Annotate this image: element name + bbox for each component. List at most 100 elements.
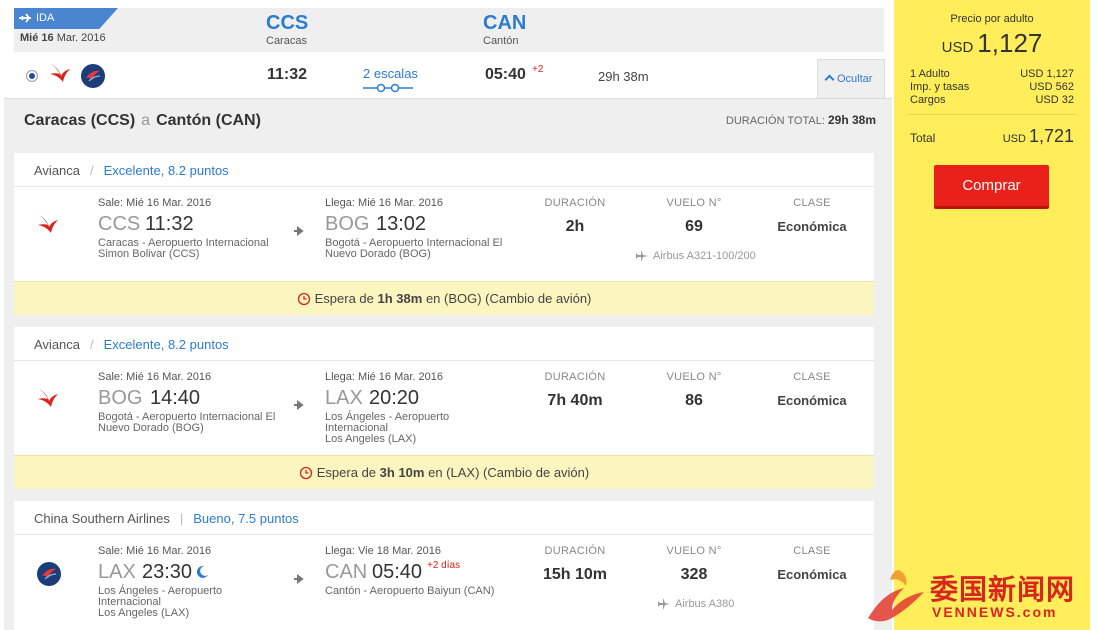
summary-duration: 29h 38m	[598, 69, 649, 84]
route-title: Caracas (CCS) a Cantón (CAN)	[24, 112, 261, 130]
total-duration-label: DURACIÓN TOTAL:	[725, 115, 825, 127]
total-currency: USD	[1002, 133, 1026, 145]
departure-airport: Los Ángeles - Aeropuerto Internacional Lo…	[98, 586, 288, 619]
arrival-time: 20:20	[369, 387, 420, 409]
price-panel: Precio por adulto USD 1,127 1 Adulto USD 1…	[894, 0, 1090, 630]
flight-label: VUELO N°	[666, 371, 722, 383]
arrival-time: 05:40	[372, 561, 423, 583]
summary-depart-time: 11:32	[267, 66, 308, 83]
price-row-value: USD 1,127	[1020, 68, 1074, 80]
flight-number: 328	[680, 566, 708, 583]
segment-card: Avianca / Excelente, 8.2 puntos Sale: Mié …	[14, 153, 874, 281]
price-currency: USD	[941, 39, 974, 56]
price-divider	[908, 114, 1076, 115]
cabin-class: Económica	[777, 219, 847, 234]
layover-banner: Espera de 1h 38m en (BOG) (Cambio de avi…	[14, 281, 874, 315]
arrival-airport-line-1: Los Ángeles - Aeropuerto Internacional	[325, 411, 450, 434]
departure-airport: Caracas - Aeropuerto Internacional Simon …	[98, 238, 288, 260]
watermark-subtext: VENNEWS.com	[932, 604, 1058, 620]
watermark-text: 委国新闻网	[930, 573, 1076, 606]
segment-card: China Southern Airlines | Bueno, 7.5 punto…	[14, 501, 874, 630]
segment-duration: 7h 40m	[547, 392, 603, 409]
china-southern-logo-icon	[37, 562, 61, 586]
moon-icon	[196, 565, 208, 578]
total-amount: 1,721	[1028, 126, 1074, 146]
flight-number: 69	[685, 218, 703, 235]
departure-airport-line-2: Los Angeles (LAX)	[98, 607, 190, 619]
arrival-plus-days: +2 días	[427, 560, 461, 571]
itinerary-detail-panel: Caracas (CCS) a Cantón (CAN) DURACIÓN TOTA…	[4, 98, 892, 630]
watermark: 委国新闻网 VENNEWS.com	[858, 562, 1094, 626]
arrival-airport: Cantón - Aeropuerto Baiyun (CAN)	[325, 586, 515, 597]
segment-body: Sale: Mié 16 Mar. 2016 BOG 14:40 Bogotá …	[14, 361, 874, 455]
flight-header: IDA Mié 16 Mar. 2016 CCS Caracas CAN Can…	[14, 8, 884, 52]
summary-plus-days: +2	[532, 64, 544, 75]
arrival-airport-line-2: Los Angeles (LAX)	[325, 433, 417, 445]
arrival-code: CAN	[325, 561, 368, 583]
price-row-taxes: Imp. y tasas USD 562	[910, 81, 1074, 94]
hide-details-label: Ocultar	[837, 73, 873, 85]
segment-header-divider: /	[90, 337, 94, 352]
buy-button[interactable]: Comprar	[934, 165, 1049, 209]
plane-icon	[658, 598, 670, 610]
route-destination: Cantón (CAN)	[156, 112, 261, 129]
origin-code: CCS	[266, 12, 309, 34]
price-per-adult-label: Precio por adulto	[950, 13, 1034, 25]
price-row-label: Cargos	[910, 94, 946, 106]
departure-date: Sale: Mié 16 Mar. 2016	[98, 545, 212, 557]
segment-body: Sale: Mié 16 Mar. 2016 LAX 23:30 Los Áng…	[14, 535, 874, 629]
clock-icon	[299, 466, 312, 479]
arrow-right-icon	[294, 226, 304, 236]
travel-date-rest: Mar. 2016	[56, 32, 106, 44]
stops-link[interactable]: 2 escalas	[363, 66, 418, 81]
cabin-class: Económica	[777, 567, 847, 582]
outbound-label: IDA	[36, 12, 55, 24]
destination-code: CAN	[483, 12, 527, 34]
segment-airline: Avianca	[34, 337, 81, 352]
flight-label: VUELO N°	[666, 545, 722, 557]
duration-label: DURACIÓN	[544, 371, 606, 383]
destination-city: Cantón	[483, 35, 519, 47]
departure-airport-line-2: Nuevo Dorado (BOG)	[98, 422, 204, 434]
itinerary-summary-row: 11:32 2 escalas 05:40 +2 29h 38m Ocultar	[14, 54, 885, 99]
price-row-value: USD 562	[1029, 81, 1074, 93]
travel-date-day: Mié 16	[20, 32, 54, 44]
segment-airline: Avianca	[34, 163, 81, 178]
total-duration-value: 29h 38m	[827, 113, 876, 127]
arrow-right-icon	[294, 574, 304, 584]
clock-icon	[297, 292, 310, 305]
layover-post: en (LAX) (Cambio de avión)	[428, 465, 590, 480]
departure-date: Sale: Mié 16 Mar. 2016	[98, 371, 212, 383]
arrival-date: Llega: Vie 18 Mar. 2016	[325, 545, 441, 557]
duration-label: DURACIÓN	[544, 197, 606, 209]
phoenix-logo-icon	[868, 570, 924, 622]
avianca-logo-icon	[38, 389, 58, 407]
departure-code: LAX	[98, 561, 136, 583]
total-price: USD 1,721	[1003, 126, 1074, 147]
aircraft-type: Airbus A321-100/200	[635, 249, 756, 263]
avianca-logo-icon	[38, 215, 58, 233]
price-row-adult: 1 Adulto USD 1,127	[910, 68, 1074, 81]
departure-airport: Bogotá - Aeropuerto Internacional El Nuev…	[98, 412, 288, 434]
class-label: CLASE	[793, 371, 831, 383]
airline-rating-link[interactable]: Bueno, 7.5 puntos	[193, 511, 299, 526]
departure-time: 14:40	[150, 387, 201, 409]
departure-date: Sale: Mié 16 Mar. 2016	[98, 197, 212, 209]
china-southern-logo-icon	[81, 64, 105, 88]
price-amount: 1,127	[977, 28, 1043, 58]
segment-airline: China Southern Airlines	[34, 511, 170, 526]
arrival-date: Llega: Mié 16 Mar. 2016	[325, 371, 444, 383]
segment-body: Sale: Mié 16 Mar. 2016 CCS 11:32 Caracas…	[14, 187, 874, 281]
airline-rating-link[interactable]: Excelente, 8.2 puntos	[104, 337, 229, 352]
flight-label: VUELO N°	[666, 197, 722, 209]
hide-details-button[interactable]: Ocultar	[817, 59, 885, 99]
arrival-airport: Los Ángeles - Aeropuerto Internacional Lo…	[325, 412, 515, 445]
arrival-code: LAX	[325, 387, 363, 409]
itinerary-radio[interactable]	[26, 70, 38, 82]
route-separator: a	[141, 112, 151, 129]
departure-code: BOG	[98, 387, 143, 409]
airline-rating-link[interactable]: Excelente, 8.2 puntos	[104, 163, 229, 178]
class-label: CLASE	[793, 545, 831, 557]
segment-duration: 15h 10m	[542, 566, 608, 583]
chevron-up-icon	[824, 74, 835, 85]
